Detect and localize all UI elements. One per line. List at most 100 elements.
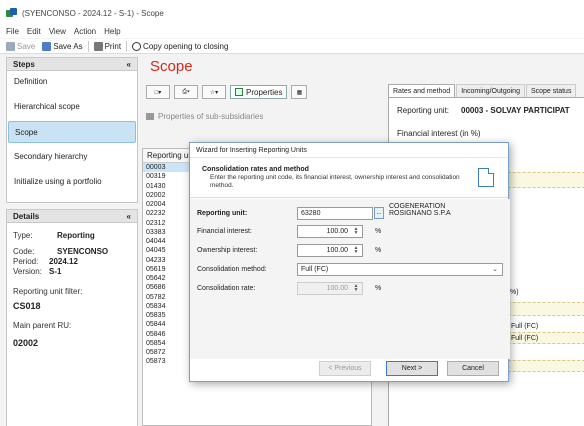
scope-toolbar: □▾ ⎙▾ ☆▾ Properties ▦ [146,82,376,102]
details-panel: Type: Reporting Code: SYENCONSO Period: … [6,223,138,426]
tab-scope-status[interactable]: Scope status [525,84,577,97]
menu-bar: File Edit View Action Help [0,26,584,38]
save-as-icon [42,41,52,51]
parent-value: 02002 [13,338,39,348]
spinner-icon[interactable]: ▲ ▼ [352,246,360,255]
steps-title: Steps [13,59,35,69]
pct-unit: % [375,247,382,254]
steps-list: Definition Hierarchical scope Scope Seco… [6,71,138,203]
financial-interest-input[interactable]: 100.00 ▲ ▼ [297,225,363,238]
step-hierarchical-scope[interactable]: Hierarchical scope [8,96,136,118]
menu-edit[interactable]: Edit [27,26,41,38]
step-secondary-hierarchy[interactable]: Secondary hierarchy [8,146,136,168]
main-toolbar: Save Save As Print Copy opening to closi… [0,39,584,54]
modal-body: Reporting unit: 63280 ... COGENERATION R… [190,199,510,359]
tab-rates-and-method[interactable]: Rates and method [388,84,456,97]
users-dropdown-button[interactable]: ☆▾ [202,85,226,99]
fi-value: 100.00 [326,228,348,235]
properties-button[interactable]: Properties [230,85,288,99]
insert-units-wizard: Wizard for Inserting Reporting Units Con… [189,142,510,382]
detail-version: Version: S-1 [13,267,131,277]
print-dropdown-button[interactable]: ⎙▾ [174,85,198,99]
collapse-icon[interactable]: « [127,60,131,69]
document-icon [478,168,494,187]
properties-icon [235,88,243,96]
reporting-unit-input[interactable]: 63280 [297,207,373,220]
tab-incoming-outgoing[interactable]: Incoming/Outgoing [456,84,525,97]
previous-button[interactable]: < Previous [319,361,371,376]
print-icon [93,41,103,51]
save-as-button[interactable]: Save As [40,41,84,51]
menu-action[interactable]: Action [74,26,96,38]
save-as-label: Save As [53,41,83,51]
next-button[interactable]: Next > [386,361,438,376]
detail-label: Version: [13,267,42,276]
new-dropdown-button[interactable]: □▾ [146,85,170,99]
grid-view-button[interactable]: ▦ [291,85,308,99]
ru-label: Reporting unit: [397,106,450,115]
financial-interest-row: Financial interest: 100.00 ▲ ▼ % [197,225,507,239]
pct-unit: % [375,228,382,235]
sub-subsidiaries-link[interactable]: Properties of sub-subsidiaries [146,112,263,121]
ownership-interest-input[interactable]: 100.00 ▲ ▼ [297,244,363,257]
properties-label: Properties [246,87,283,97]
chevron-down-icon: ⌄ [492,266,498,273]
copy-opening-button[interactable]: Copy opening to closing [130,41,230,51]
step-initialize-portfolio[interactable]: Initialize using a portfolio [8,171,136,193]
cm-value: Full (FC) [301,266,329,273]
save-button[interactable]: Save [4,41,37,51]
modal-header: Consolidation rates and method Enter the… [190,158,508,198]
details-header: Details « [6,209,138,223]
menu-help[interactable]: Help [104,26,120,38]
cancel-button[interactable]: Cancel [447,361,499,376]
lookup-button[interactable]: ... [374,207,384,219]
sub-subsidiaries-label: Properties of sub-subsidiaries [158,112,264,121]
step-definition[interactable]: Definition [8,71,136,93]
detail-value: 2024.12 [49,257,78,266]
toolbar-separator [87,40,89,52]
page-title: Scope [150,58,193,75]
modal-head-desc: Enter the reporting unit code, its finan… [210,174,460,189]
oi-label: Ownership interest: [197,247,258,254]
pct-suffix: %) [510,289,519,296]
detail-label: Type: [13,231,33,240]
financial-interest-label: Financial interest (in %) [397,129,481,138]
modal-head-title: Consolidation rates and method [202,166,309,173]
consolidation-rate-input: 100.00 ▲ ▼ [297,282,363,295]
detail-code: Code: SYENCONSO [13,247,131,257]
menu-view[interactable]: View [49,26,66,38]
pct-unit: % [375,285,382,292]
save-label: Save [17,41,36,51]
copy-opening-label: Copy opening to closing [143,41,229,51]
detail-period: Period: 2024.12 [13,257,131,267]
ru-label: Reporting unit: [197,210,248,217]
details-title: Details [13,211,40,221]
detail-label: Period: [13,257,39,266]
oi-value: 100.00 [326,247,348,254]
save-icon [6,41,15,51]
copy-icon [132,41,142,51]
ownership-interest-row: Ownership interest: 100.00 ▲ ▼ % [197,244,507,258]
filter-label: Reporting unit filter: [13,287,83,296]
sub-subsidiaries-icon [146,113,154,120]
parent-label: Main parent RU: [13,321,72,330]
reporting-unit-name: COGENERATION ROSIGNANO S.P.A [389,203,451,217]
menu-file[interactable]: File [6,26,19,38]
consolidation-method-select[interactable]: Full (FC) ⌄ [297,263,503,276]
title-bar: (SYENCONSO - 2024.12 - S-1) - Scope [0,0,584,26]
print-button[interactable]: Print [92,41,123,51]
collapse-icon[interactable]: « [127,212,131,221]
window-title: (SYENCONSO - 2024.12 - S-1) - Scope [22,8,164,18]
toolbar-separator [126,40,128,52]
reporting-unit-row: Reporting unit: 00003 - SOLVAY PARTICIPA… [397,106,570,115]
consolidation-rate-row: Consolidation rate: 100.00 ▲ ▼ % [197,282,507,296]
detail-label: Code: [13,247,35,256]
cr-label: Consolidation rate: [197,285,256,292]
method-value: Full (FC) [511,323,539,330]
filter-value: CS018 [13,301,41,311]
spinner-icon: ▲ ▼ [353,283,359,293]
step-scope[interactable]: Scope [8,121,136,143]
right-tabs: Rates and method Incoming/Outgoing Scope… [388,84,584,98]
spinner-icon[interactable]: ▲ ▼ [352,227,360,236]
modal-title: Wizard for Inserting Reporting Units [190,143,508,158]
